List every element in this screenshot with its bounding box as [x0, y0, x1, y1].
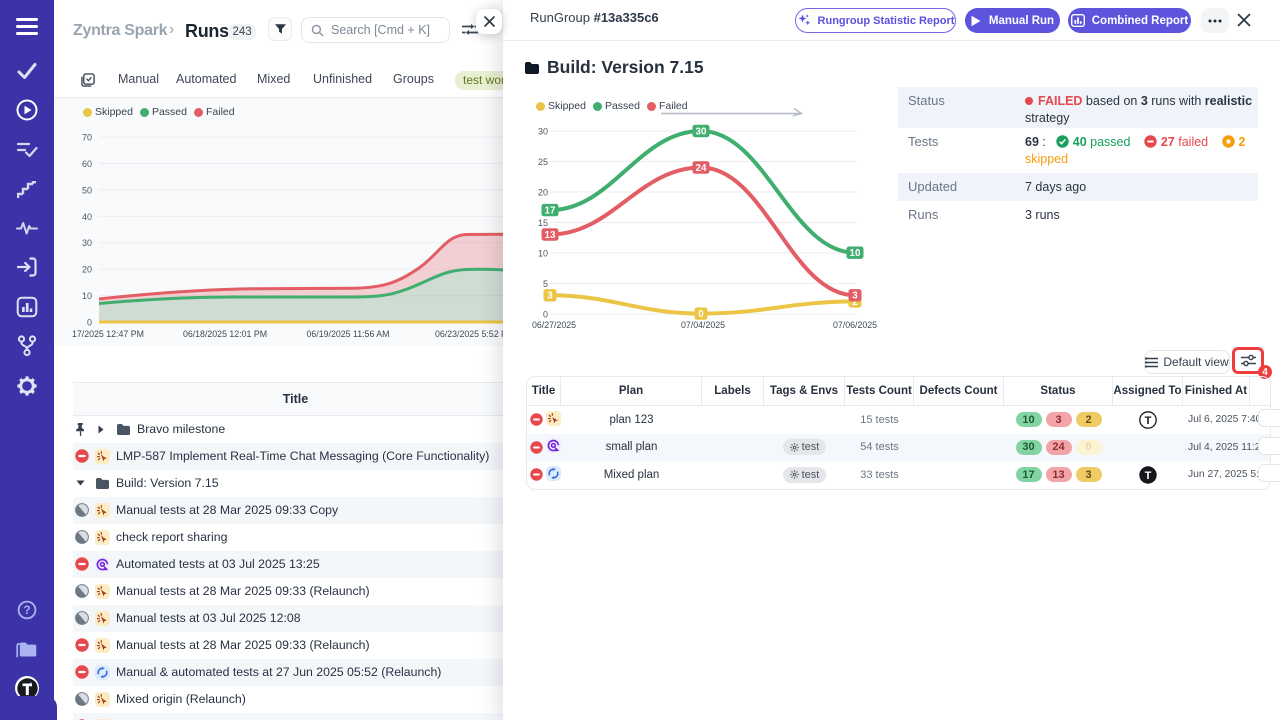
svg-text:0: 0 — [543, 310, 548, 320]
svg-text:5: 5 — [543, 279, 548, 289]
svg-text:25: 25 — [538, 157, 548, 167]
svg-text:30: 30 — [82, 238, 92, 248]
svg-text:60: 60 — [82, 159, 92, 169]
svg-text:15: 15 — [538, 218, 548, 228]
svg-text:50: 50 — [82, 185, 92, 195]
svg-text:3: 3 — [852, 291, 858, 302]
svg-text:10: 10 — [82, 291, 92, 301]
svg-text:40: 40 — [82, 212, 92, 222]
svg-text:20: 20 — [538, 188, 548, 198]
svg-text:06/27/2025: 06/27/2025 — [532, 320, 576, 330]
svg-text:T: T — [1145, 470, 1152, 482]
svg-text:0: 0 — [698, 309, 704, 320]
svg-text:30: 30 — [538, 127, 548, 137]
svg-text:0: 0 — [87, 318, 92, 328]
svg-text:T: T — [1145, 415, 1152, 427]
svg-text:07/04/2025: 07/04/2025 — [681, 320, 725, 330]
svg-text:3: 3 — [547, 291, 553, 302]
svg-text:06/18/2025 12:01 PM: 06/18/2025 12:01 PM — [183, 329, 267, 339]
svg-text:17: 17 — [545, 206, 556, 217]
svg-text:13: 13 — [545, 230, 556, 241]
svg-text:24: 24 — [696, 163, 707, 174]
svg-text:06/23/2025 5:52 P: 06/23/2025 5:52 P — [435, 329, 505, 339]
svg-text:?: ? — [23, 605, 30, 617]
svg-text:10: 10 — [538, 249, 548, 259]
svg-text:07/06/2025: 07/06/2025 — [833, 320, 877, 330]
svg-text:17/2025 12:47 PM: 17/2025 12:47 PM — [72, 329, 144, 339]
svg-text:06/19/2025 11:56 AM: 06/19/2025 11:56 AM — [307, 329, 390, 339]
svg-text:10: 10 — [850, 248, 861, 259]
svg-text:20: 20 — [82, 265, 92, 275]
svg-text:30: 30 — [696, 126, 707, 137]
svg-text:70: 70 — [82, 133, 92, 143]
